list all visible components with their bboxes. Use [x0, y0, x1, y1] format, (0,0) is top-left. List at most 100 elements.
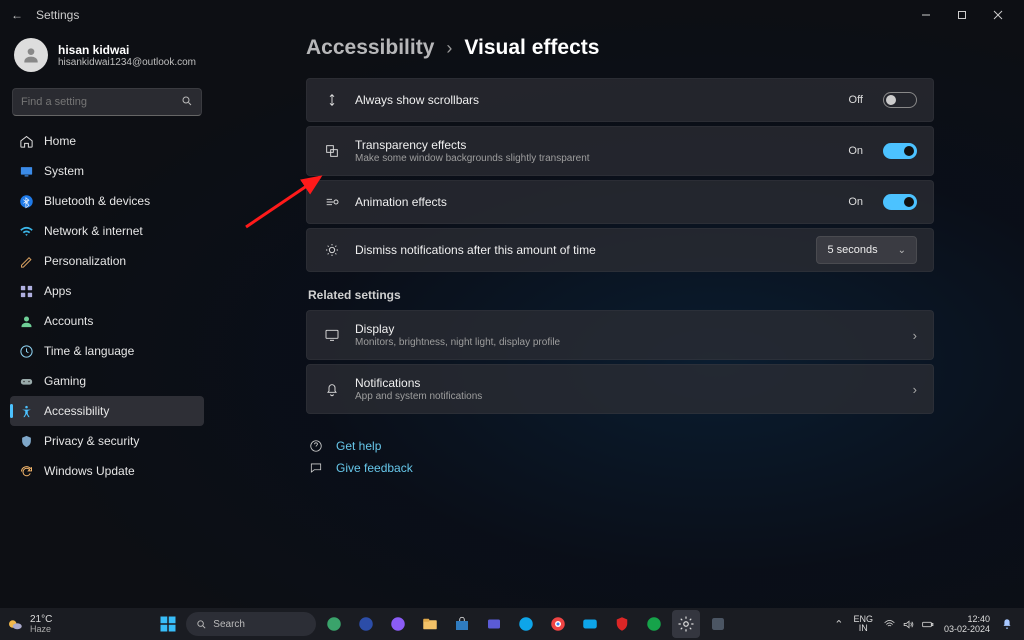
- window-title: Settings: [36, 8, 79, 22]
- sidebar-item-personalization[interactable]: Personalization: [10, 246, 204, 276]
- home-icon: [18, 133, 34, 149]
- help-icon: [308, 438, 324, 454]
- back-button[interactable]: ←: [8, 8, 26, 22]
- taskbar-center: Search: [52, 610, 834, 638]
- taskbar-clock[interactable]: 12:40 03-02-2024: [944, 614, 990, 635]
- weather-cond: Haze: [30, 625, 52, 634]
- sidebar-item-privacy[interactable]: Privacy & security: [10, 426, 204, 456]
- setting-title: Always show scrollbars: [355, 93, 835, 107]
- taskbar: 21°C Haze Search ⌃ ENG IN: [0, 608, 1024, 640]
- toggle-state-label: On: [848, 145, 863, 157]
- sidebar-item-system[interactable]: System: [10, 156, 204, 186]
- settings-window: ← Settings hisan kidwai hisankidwai1234@…: [0, 0, 1024, 608]
- sidebar-item-bluetooth[interactable]: Bluetooth & devices: [10, 186, 204, 216]
- nav-label: Privacy & security: [44, 434, 139, 448]
- minimize-button[interactable]: [908, 1, 944, 29]
- taskbar-app-2[interactable]: [352, 610, 380, 638]
- user-block[interactable]: hisan kidwai hisankidwai1234@outlook.com: [10, 34, 204, 82]
- help-label: Get help: [336, 439, 381, 453]
- setting-animation-effects: Animation effects On: [306, 180, 934, 224]
- nav-label: Time & language: [44, 344, 134, 358]
- setting-always-show-scrollbars: Always show scrollbars Off: [306, 78, 934, 122]
- search-input[interactable]: [21, 96, 181, 108]
- taskbar-search[interactable]: Search: [186, 612, 316, 636]
- taskbar-right: ⌃ ENG IN 12:40 03-02-2024: [834, 614, 1024, 635]
- dismiss-duration-dropdown[interactable]: 5 seconds ⌄: [816, 236, 917, 264]
- taskbar-store[interactable]: [448, 610, 476, 638]
- nav-label: Network & internet: [44, 224, 143, 238]
- feedback-label: Give feedback: [336, 461, 413, 475]
- setting-subtitle: Make some window backgrounds slightly tr…: [355, 153, 834, 164]
- toggle-scrollbars[interactable]: [883, 92, 917, 108]
- related-notifications[interactable]: Notifications App and system notificatio…: [306, 364, 934, 414]
- accounts-icon: [18, 313, 34, 329]
- close-button[interactable]: [980, 1, 1016, 29]
- time-icon: [18, 343, 34, 359]
- user-email: hisankidwai1234@outlook.com: [58, 57, 196, 68]
- nav-label: Windows Update: [44, 464, 135, 478]
- taskbar-app-3[interactable]: [704, 610, 732, 638]
- nav-label: Accessibility: [44, 404, 109, 418]
- wifi-icon: [883, 618, 896, 631]
- sidebar-item-gaming[interactable]: Gaming: [10, 366, 204, 396]
- sidebar: hisan kidwai hisankidwai1234@outlook.com…: [0, 30, 214, 608]
- nav-label: Accounts: [44, 314, 93, 328]
- sidebar-item-home[interactable]: Home: [10, 126, 204, 156]
- tray-region: IN: [853, 624, 873, 633]
- sidebar-item-apps[interactable]: Apps: [10, 276, 204, 306]
- start-button[interactable]: [154, 610, 182, 638]
- breadcrumb-parent[interactable]: Accessibility: [306, 36, 434, 60]
- taskbar-mcafee[interactable]: [608, 610, 636, 638]
- setting-title: Transparency effects: [355, 138, 834, 152]
- tray-chevron-icon[interactable]: ⌃: [834, 618, 843, 631]
- toggle-state-label: Off: [849, 94, 863, 106]
- gaming-icon: [18, 373, 34, 389]
- sidebar-item-network[interactable]: Network & internet: [10, 216, 204, 246]
- link-title: Display: [355, 322, 899, 336]
- battery-icon: [921, 618, 934, 631]
- search-box[interactable]: [12, 88, 202, 116]
- titlebar: ← Settings: [0, 0, 1024, 30]
- setting-title: Animation effects: [355, 195, 834, 209]
- sidebar-item-windows-update[interactable]: Windows Update: [10, 456, 204, 486]
- dropdown-value: 5 seconds: [827, 244, 877, 256]
- get-help-link[interactable]: Get help: [306, 438, 934, 454]
- taskbar-zoom[interactable]: [576, 610, 604, 638]
- apps-icon: [18, 283, 34, 299]
- taskbar-xbox[interactable]: [640, 610, 668, 638]
- taskbar-copilot[interactable]: [384, 610, 412, 638]
- tray-icons[interactable]: [883, 618, 934, 631]
- transparency-icon: [323, 142, 341, 160]
- sidebar-item-time-language[interactable]: Time & language: [10, 336, 204, 366]
- page-title: Visual effects: [464, 36, 599, 60]
- give-feedback-link[interactable]: Give feedback: [306, 460, 934, 476]
- sidebar-item-accessibility[interactable]: Accessibility: [10, 396, 204, 426]
- nav-label: System: [44, 164, 84, 178]
- taskbar-chrome[interactable]: [544, 610, 572, 638]
- toggle-transparency[interactable]: [883, 143, 917, 159]
- toggle-animation[interactable]: [883, 194, 917, 210]
- maximize-button[interactable]: [944, 1, 980, 29]
- setting-title: Dismiss notifications after this amount …: [355, 243, 802, 257]
- related-settings-label: Related settings: [308, 288, 934, 302]
- taskbar-teams[interactable]: [480, 610, 508, 638]
- bell-icon: [323, 380, 341, 398]
- display-icon: [323, 326, 341, 344]
- taskbar-explorer[interactable]: [416, 610, 444, 638]
- clock-date: 03-02-2024: [944, 624, 990, 634]
- link-subtitle: Monitors, brightness, night light, displ…: [355, 337, 899, 348]
- content-area: hisan kidwai hisankidwai1234@outlook.com…: [0, 30, 1024, 608]
- nav-list: Home System Bluetooth & devices Network …: [10, 126, 204, 486]
- notifications-icon[interactable]: [1000, 616, 1014, 633]
- related-display[interactable]: Display Monitors, brightness, night ligh…: [306, 310, 934, 360]
- bluetooth-icon: [18, 193, 34, 209]
- weather-icon: [6, 615, 24, 633]
- taskbar-app-1[interactable]: [320, 610, 348, 638]
- taskbar-edge[interactable]: [512, 610, 540, 638]
- sidebar-item-accounts[interactable]: Accounts: [10, 306, 204, 336]
- taskbar-weather[interactable]: 21°C Haze: [0, 615, 52, 634]
- nav-label: Apps: [44, 284, 71, 298]
- taskbar-settings[interactable]: [672, 610, 700, 638]
- setting-dismiss-notifications: Dismiss notifications after this amount …: [306, 228, 934, 272]
- feedback-icon: [308, 460, 324, 476]
